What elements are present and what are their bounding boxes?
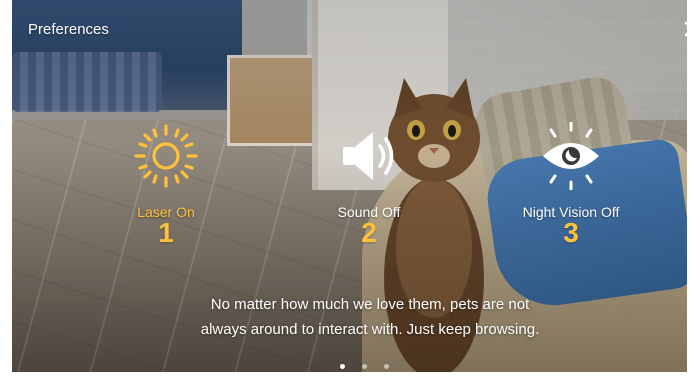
night-vision-toggle[interactable]: Night Vision Off 3 [486, 122, 656, 248]
close-button[interactable] [683, 19, 697, 39]
eye-icon [543, 122, 599, 190]
page-indicator [340, 364, 389, 369]
page-dot-3[interactable] [384, 364, 389, 369]
close-icon [684, 21, 697, 37]
page-dot-2[interactable] [362, 364, 367, 369]
page-dot-1[interactable] [340, 364, 345, 369]
speaker-icon [343, 132, 394, 180]
caption-line-2: always around to interact with. Just kee… [200, 321, 540, 338]
onboarding-caption: No matter how much we love them, pets ar… [120, 292, 620, 342]
sound-toggle[interactable]: Sound Off 2 [284, 122, 454, 248]
sound-step-number: 2 [361, 217, 377, 248]
sun-icon [134, 124, 198, 188]
laser-step-number: 1 [158, 217, 174, 248]
laser-toggle[interactable]: Laser On 1 [81, 122, 251, 248]
night-vision-step-number: 3 [563, 217, 579, 248]
caption-line-1: No matter how much we love them, pets ar… [210, 296, 530, 313]
preferences-screen: Preferences Laser On 1 Sound Off 2 Night… [0, 0, 697, 380]
page-title: Preferences [28, 21, 109, 38]
